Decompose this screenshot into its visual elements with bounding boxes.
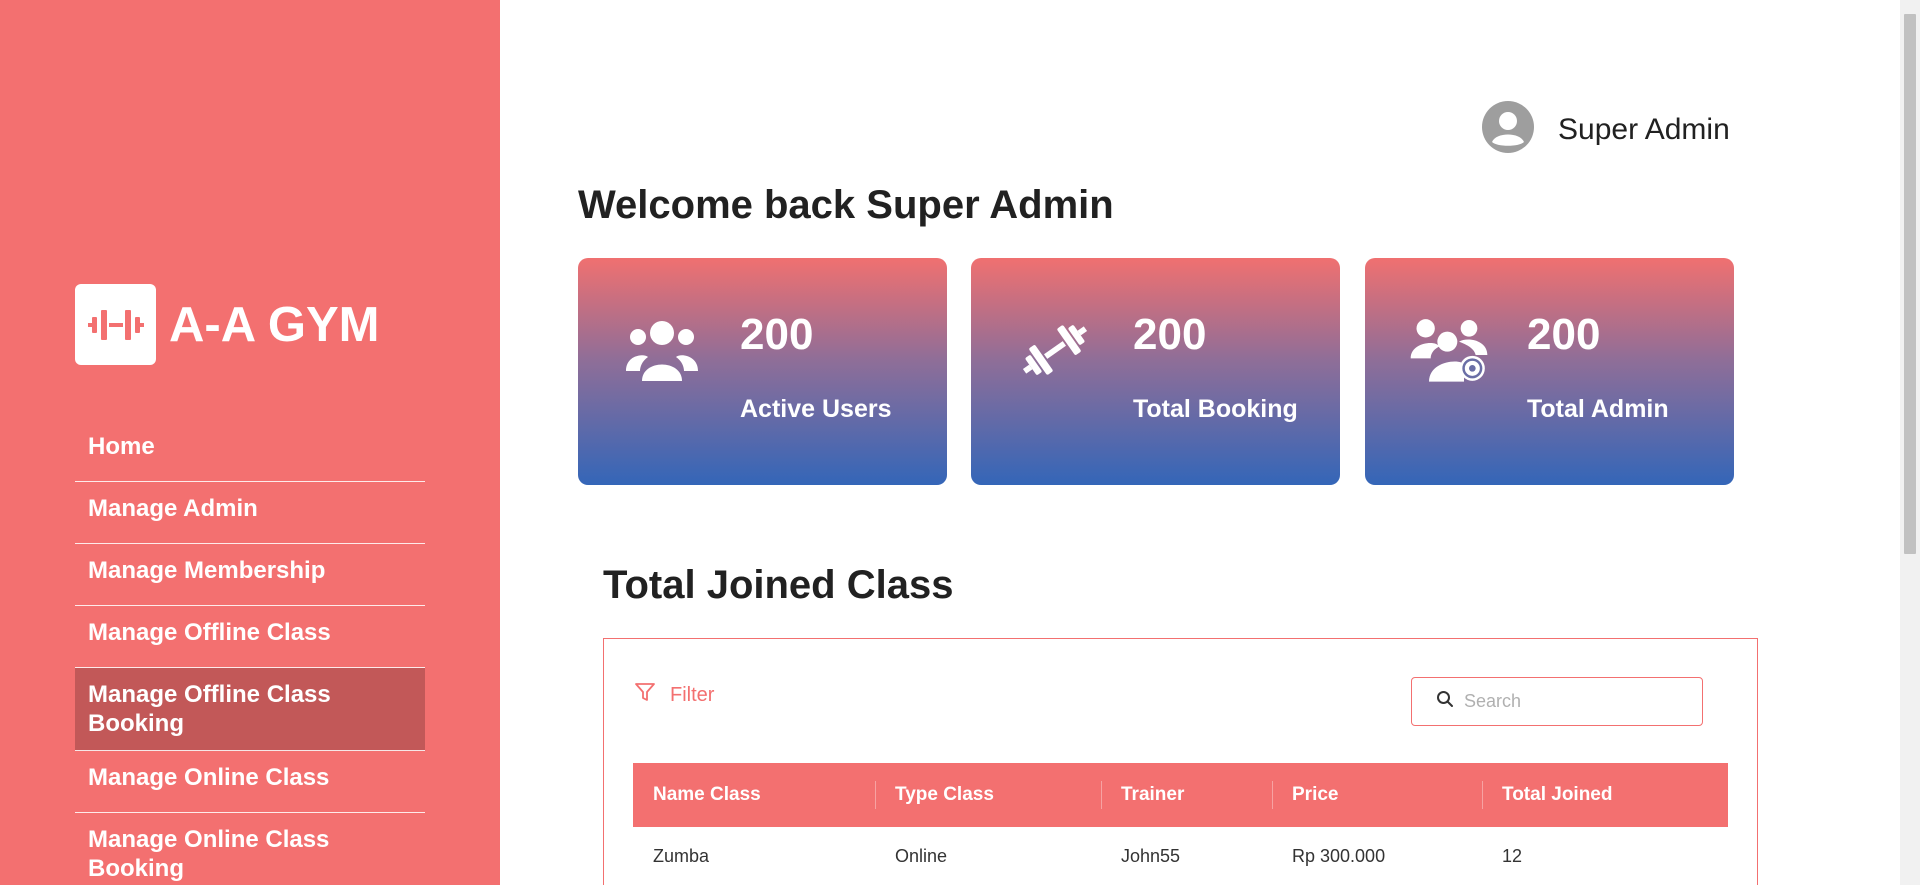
column-header-trainer[interactable]: Trainer — [1101, 763, 1272, 827]
nav-item-manage-offline-class[interactable]: Manage Offline Class — [75, 606, 425, 668]
user-name: Super Admin — [1558, 112, 1730, 146]
stat-card-active-users: 200 Active Users — [578, 258, 947, 485]
column-header-type-class[interactable]: Type Class — [875, 763, 1101, 827]
users-gear-icon — [1409, 310, 1489, 390]
stat-value: 200 — [740, 310, 814, 359]
user-profile[interactable]: Super Admin — [1482, 101, 1730, 158]
cell-type-class: Online — [895, 845, 948, 866]
search-icon — [1436, 690, 1454, 713]
nav-item-manage-offline-class-booking[interactable]: Manage Offline Class Booking — [75, 668, 425, 751]
table-row[interactable]: Zumba Online John55 Rp 300.000 12 — [633, 827, 1728, 885]
user-circle-icon — [1482, 101, 1534, 158]
stat-value: 200 — [1527, 310, 1601, 359]
cell-total-joined: 12 — [1502, 845, 1523, 866]
joined-class-table: Name Class Type Class Trainer Price Tota… — [633, 763, 1728, 885]
sidebar-nav: Home Manage Admin Manage Membership Mana… — [75, 420, 425, 885]
filter-icon — [634, 681, 656, 709]
filter-button[interactable]: Filter — [634, 681, 714, 709]
stat-value: 200 — [1133, 310, 1207, 359]
brand[interactable]: A-A GYM — [75, 284, 380, 365]
stat-label: Total Booking — [1133, 395, 1298, 423]
section-title: Total Joined Class — [603, 563, 954, 607]
brand-name: A-A GYM — [169, 297, 380, 352]
page-scrollbar[interactable] — [1900, 0, 1920, 885]
nav-item-manage-membership[interactable]: Manage Membership — [75, 544, 425, 606]
page-title: Welcome back Super Admin — [578, 183, 1114, 227]
search-box[interactable] — [1411, 677, 1703, 726]
nav-item-home[interactable]: Home — [75, 420, 425, 482]
stat-label: Active Users — [740, 395, 892, 423]
sidebar: A-A GYM Home Manage Admin Manage Members… — [0, 0, 500, 885]
stat-card-total-admin: 200 Total Admin — [1365, 258, 1734, 485]
filter-label: Filter — [670, 683, 715, 706]
nav-item-manage-admin[interactable]: Manage Admin — [75, 482, 425, 544]
joined-class-panel: Filter Name Class Type Class Trainer Pri… — [603, 638, 1758, 885]
dumbbell-icon — [1015, 310, 1095, 390]
column-header-name-class[interactable]: Name Class — [633, 763, 875, 827]
dumbbell-icon — [75, 284, 156, 365]
search-input[interactable] — [1464, 691, 1684, 712]
scrollbar-thumb[interactable] — [1904, 14, 1916, 554]
column-header-price[interactable]: Price — [1272, 763, 1482, 827]
cell-trainer: John55 — [1121, 845, 1181, 866]
stat-label: Total Admin — [1527, 395, 1669, 423]
nav-item-manage-online-class[interactable]: Manage Online Class — [75, 751, 425, 813]
table-header-row: Name Class Type Class Trainer Price Tota… — [633, 763, 1728, 827]
users-group-icon — [622, 310, 702, 390]
cell-name-class: Zumba — [653, 845, 710, 866]
column-header-total-joined[interactable]: Total Joined — [1482, 763, 1728, 827]
cell-price: Rp 300.000 — [1292, 845, 1386, 866]
nav-item-manage-online-class-booking[interactable]: Manage Online Class Booking — [75, 813, 425, 885]
stat-card-total-booking: 200 Total Booking — [971, 258, 1340, 485]
